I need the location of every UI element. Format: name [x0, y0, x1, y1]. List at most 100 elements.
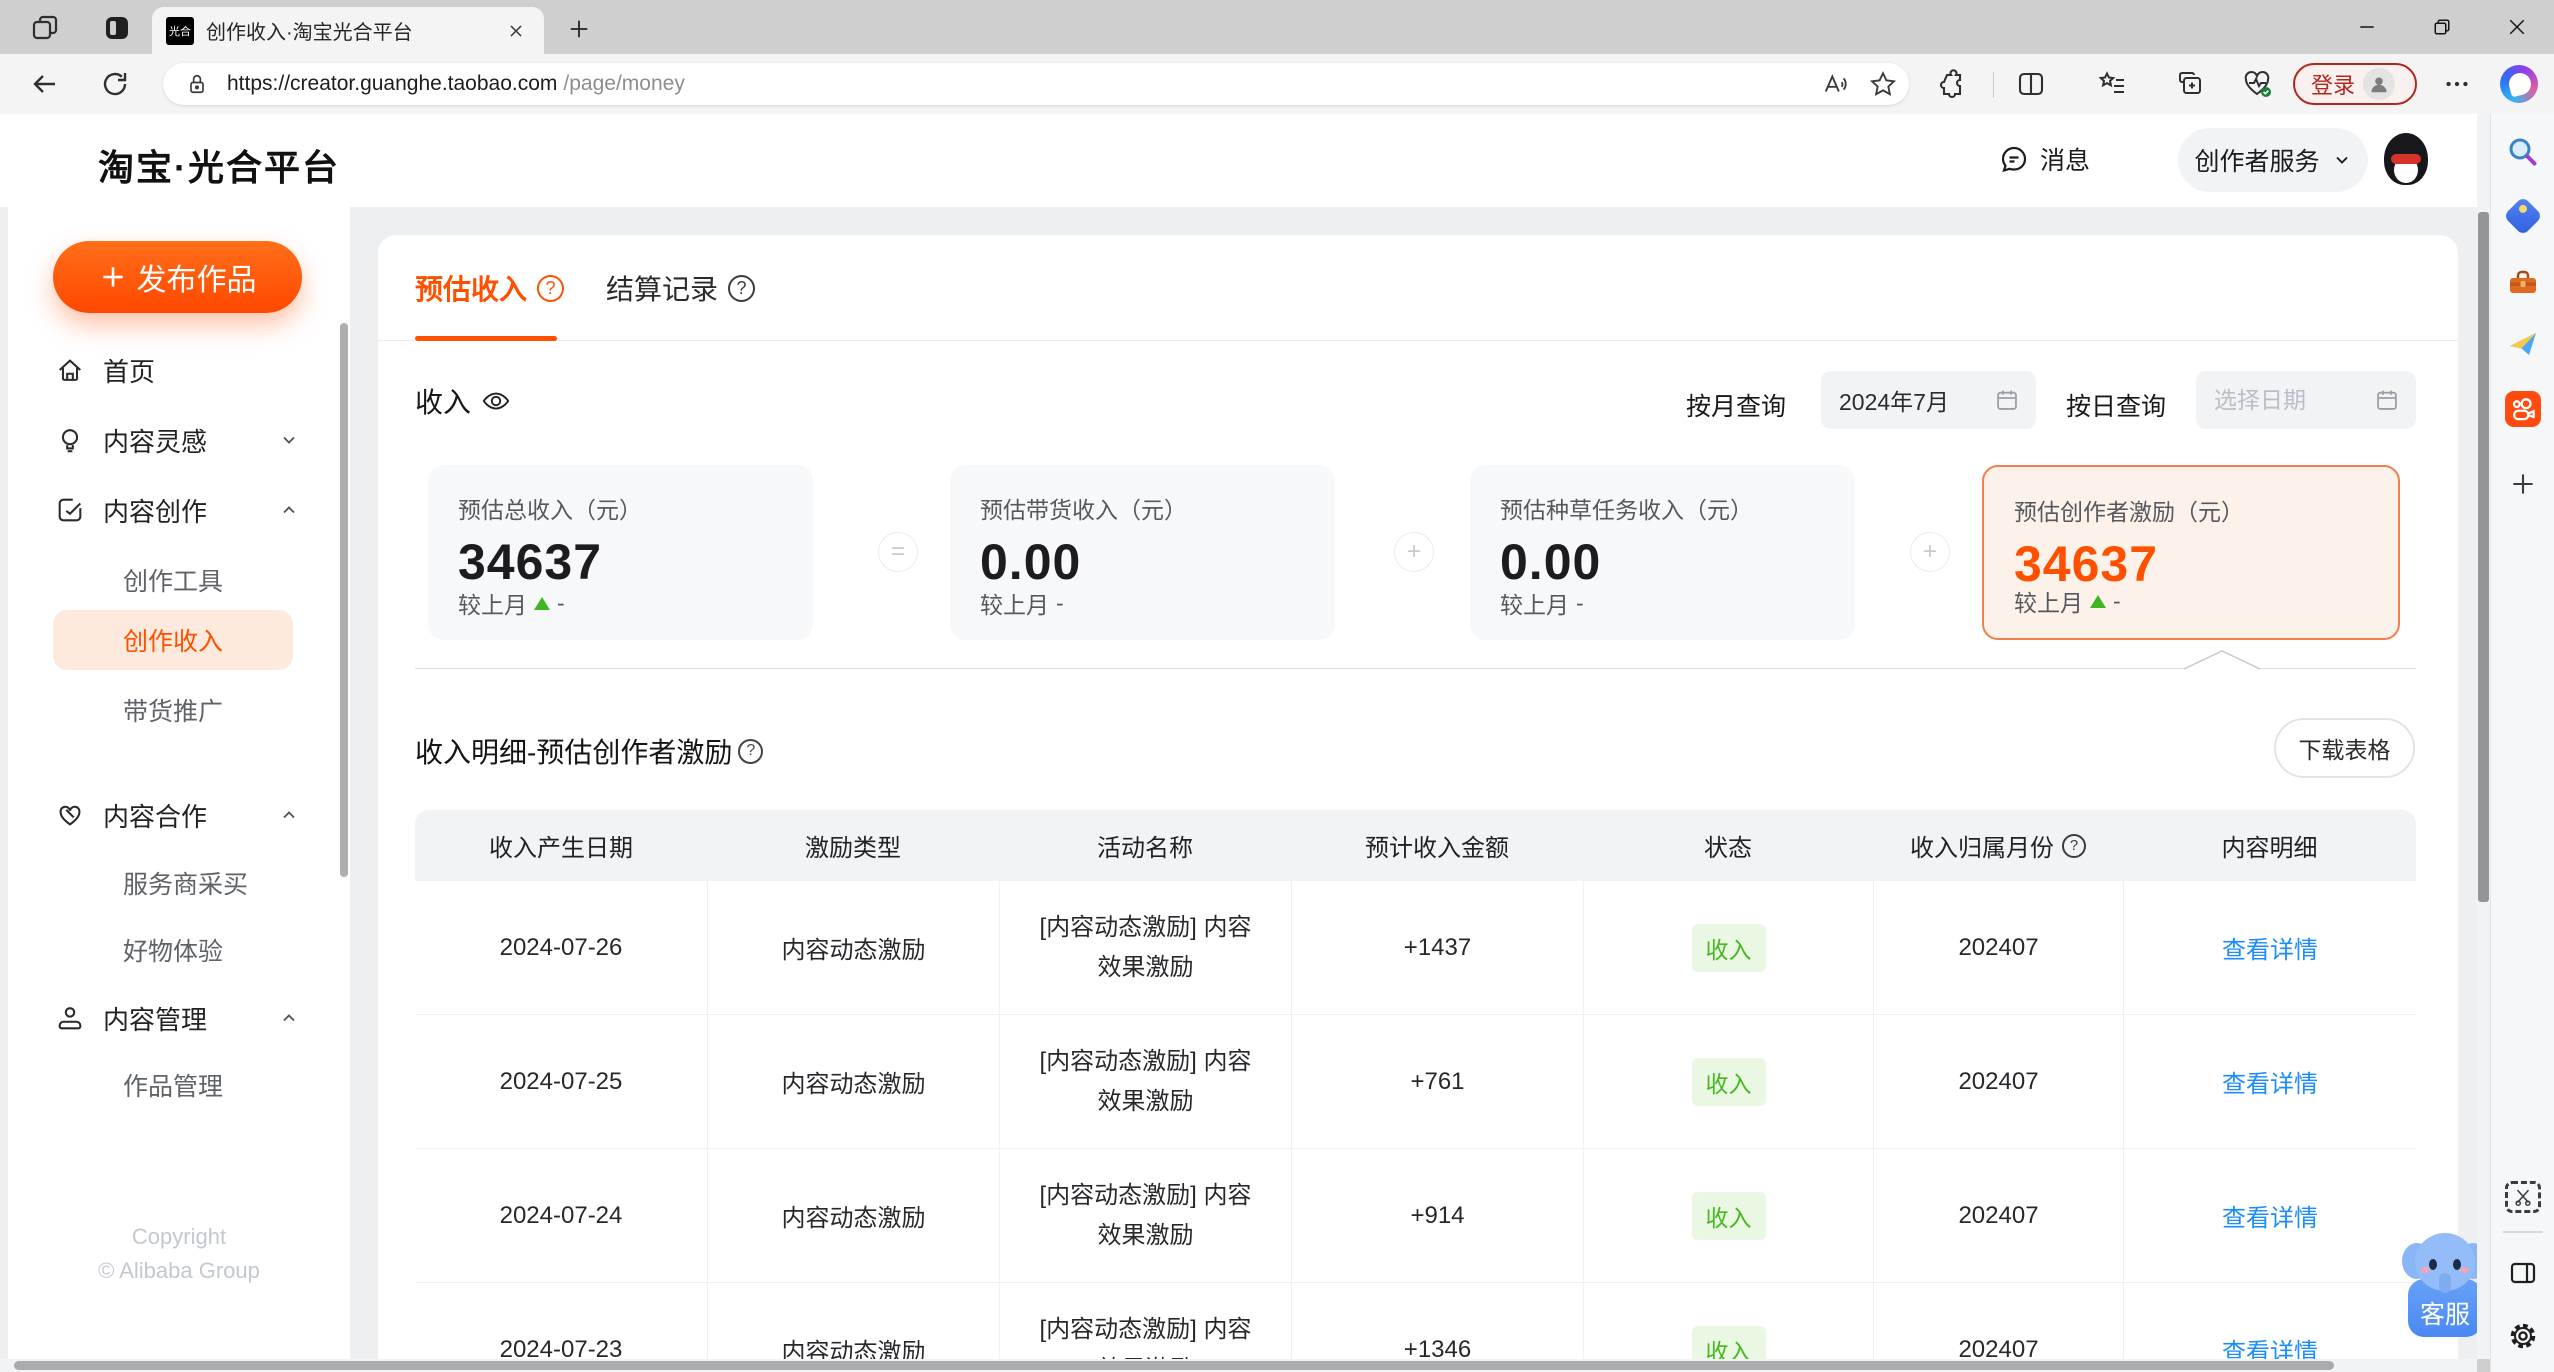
- view-details-link[interactable]: 查看详情: [2222, 1198, 2318, 1233]
- day-picker-input[interactable]: [2214, 386, 2366, 414]
- trend-up-icon: [534, 596, 550, 610]
- download-table-button[interactable]: 下载表格: [2274, 718, 2415, 778]
- sidebar-label: 内容合作: [103, 801, 208, 832]
- collections-icon[interactable]: [2171, 66, 2209, 102]
- sidebar-item-creation[interactable]: 内容创作: [8, 480, 350, 540]
- view-details-link[interactable]: 查看详情: [2222, 1064, 2318, 1099]
- month-picker-input[interactable]: [1839, 386, 1986, 414]
- more-menu-icon[interactable]: [2438, 66, 2476, 102]
- tab-close-icon[interactable]: [502, 17, 530, 45]
- sidebar-item-works-management[interactable]: 作品管理: [8, 1055, 350, 1115]
- shopping-tag-icon[interactable]: [2503, 196, 2543, 236]
- messages-label: 消息: [2040, 147, 2091, 175]
- search-icon[interactable]: [2504, 133, 2542, 171]
- close-window-button[interactable]: [2479, 0, 2554, 54]
- compare-label: 较上月: [1500, 592, 1569, 618]
- help-icon[interactable]: [738, 738, 764, 764]
- sidebar-item-goods-experience[interactable]: 好物体验: [8, 920, 350, 980]
- equals-operator: =: [878, 532, 918, 572]
- horizontal-scrollbar-thumb[interactable]: [14, 1361, 2334, 1370]
- edit-square-icon: [55, 495, 85, 525]
- messages-button[interactable]: 消息: [1998, 141, 2090, 177]
- help-icon[interactable]: [728, 274, 756, 302]
- sidebar-scrollbar-thumb[interactable]: [340, 323, 348, 877]
- tab-estimated-income[interactable]: 预估收入: [415, 268, 565, 308]
- add-sidebar-item-icon[interactable]: [2504, 465, 2542, 503]
- restore-button[interactable]: [2404, 0, 2479, 54]
- back-icon[interactable]: [26, 66, 64, 102]
- browser-window: 光合 创作收入·淘宝光合平台 https://creator.guanghe.t…: [0, 0, 2554, 1372]
- workspaces-icon[interactable]: [26, 9, 64, 47]
- copilot-icon[interactable]: [2500, 65, 2538, 103]
- column-header: 预计收入金额: [1365, 835, 1509, 862]
- side-panel-icon[interactable]: [2504, 1254, 2542, 1292]
- table-row: 2024-07-24 内容动态激励 [内容动态激励] 内容效果激励 +914 收…: [415, 1149, 2416, 1283]
- paper-plane-icon[interactable]: [2504, 325, 2542, 363]
- eye-icon[interactable]: [481, 386, 511, 416]
- table-row: 2024-07-25 内容动态激励 [内容动态激励] 内容效果激励 +761 收…: [415, 1015, 2416, 1149]
- settings-gear-icon[interactable]: [2504, 1317, 2542, 1355]
- sidebar-item-creation-tools[interactable]: 创作工具: [8, 550, 350, 610]
- address-bar[interactable]: https://creator.guanghe.taobao.com/page/…: [163, 63, 1909, 105]
- help-icon[interactable]: [2062, 833, 2086, 858]
- sidebar-item-promotion[interactable]: 带货推广: [8, 680, 350, 740]
- browser-tab[interactable]: 光合 创作收入·淘宝光合平台: [152, 7, 544, 54]
- browser-essentials-icon[interactable]: [2238, 66, 2276, 102]
- sidebar-item-creation-income[interactable]: 创作收入: [53, 610, 293, 670]
- message-bubble-icon: [1998, 143, 2030, 175]
- titlebar: 光合 创作收入·淘宝光合平台: [0, 0, 2554, 54]
- sidebar-label: 内容创作: [103, 496, 208, 527]
- home-icon: [55, 355, 85, 385]
- stat-compare: 较上月 -: [1500, 586, 1584, 620]
- cell-status: 收入: [1583, 1149, 1873, 1282]
- favorite-star-icon[interactable]: [1867, 68, 1899, 100]
- inbox-icon: [55, 1003, 85, 1033]
- cell-activity: [内容动态激励] 内容效果激励: [999, 881, 1291, 1014]
- cell-date: 2024-07-26: [499, 933, 623, 961]
- detail-section-title: 收入明细-预估创作者激励: [415, 731, 764, 771]
- creator-services-menu[interactable]: 创作者服务: [2178, 128, 2368, 192]
- read-aloud-icon[interactable]: [1821, 68, 1853, 100]
- refresh-icon[interactable]: [96, 66, 134, 102]
- kuaishou-icon[interactable]: [2504, 390, 2542, 428]
- sidebar-item-management[interactable]: 内容管理: [8, 988, 350, 1048]
- sidebar-item-inspiration[interactable]: 内容灵感: [8, 410, 350, 470]
- day-picker[interactable]: [2196, 371, 2416, 429]
- new-tab-button[interactable]: [563, 13, 595, 45]
- vertical-scrollbar-thumb[interactable]: [2478, 212, 2489, 902]
- site-logo[interactable]: 淘宝·光合平台: [98, 139, 340, 191]
- toolbox-icon[interactable]: [2504, 264, 2542, 302]
- tab-actions-icon[interactable]: [98, 9, 136, 47]
- table-header-row: 收入产生日期 激励类型 活动名称 预计收入金额 状态 收入归属月份 内容明细: [415, 810, 2416, 881]
- cell-type: 内容动态激励: [707, 881, 999, 1014]
- sidebar-item-home[interactable]: 首页: [8, 340, 350, 400]
- split-screen-icon[interactable]: [2012, 66, 2050, 102]
- calendar-icon: [2374, 387, 2400, 413]
- stat-label: 预估总收入（元）: [458, 497, 642, 523]
- lock-icon[interactable]: [181, 68, 213, 100]
- publish-work-button[interactable]: 发布作品: [53, 241, 302, 313]
- sidebar-item-service-purchase[interactable]: 服务商采买: [8, 853, 350, 913]
- month-picker[interactable]: [1821, 371, 2036, 429]
- web-capture-icon[interactable]: [2504, 1178, 2542, 1216]
- login-button[interactable]: 登录: [2293, 63, 2417, 105]
- site-header: 淘宝·光合平台 消息 创作者服务: [0, 114, 2477, 207]
- stat-compare: 较上月 -: [2014, 584, 2121, 618]
- compare-delta: -: [2113, 587, 2121, 614]
- help-icon[interactable]: [537, 274, 565, 302]
- cell-status: 收入: [1583, 1015, 1873, 1148]
- view-details-link[interactable]: 查看详情: [2222, 930, 2318, 965]
- sidebar-label: 首页: [103, 356, 156, 387]
- tab-label: 结算记录: [606, 274, 719, 305]
- tab-settlement-records[interactable]: 结算记录: [606, 268, 756, 308]
- favorites-bar-icon[interactable]: [2094, 66, 2132, 102]
- extensions-icon[interactable]: [1934, 66, 1972, 102]
- stat-card-total-income: 预估总收入（元） 34637 较上月 -: [428, 465, 813, 640]
- sidebar-item-cooperation[interactable]: 内容合作: [8, 785, 350, 845]
- stat-label: 预估创作者激励（元）: [2014, 499, 2244, 525]
- stat-card-creator-incentive[interactable]: 预估创作者激励（元） 34637 较上月 -: [1982, 465, 2400, 640]
- minimize-button[interactable]: [2329, 0, 2404, 54]
- stat-compare: 较上月 -: [980, 586, 1064, 620]
- qq-avatar[interactable]: [2378, 131, 2434, 187]
- cell-date: 2024-07-25: [499, 1067, 623, 1095]
